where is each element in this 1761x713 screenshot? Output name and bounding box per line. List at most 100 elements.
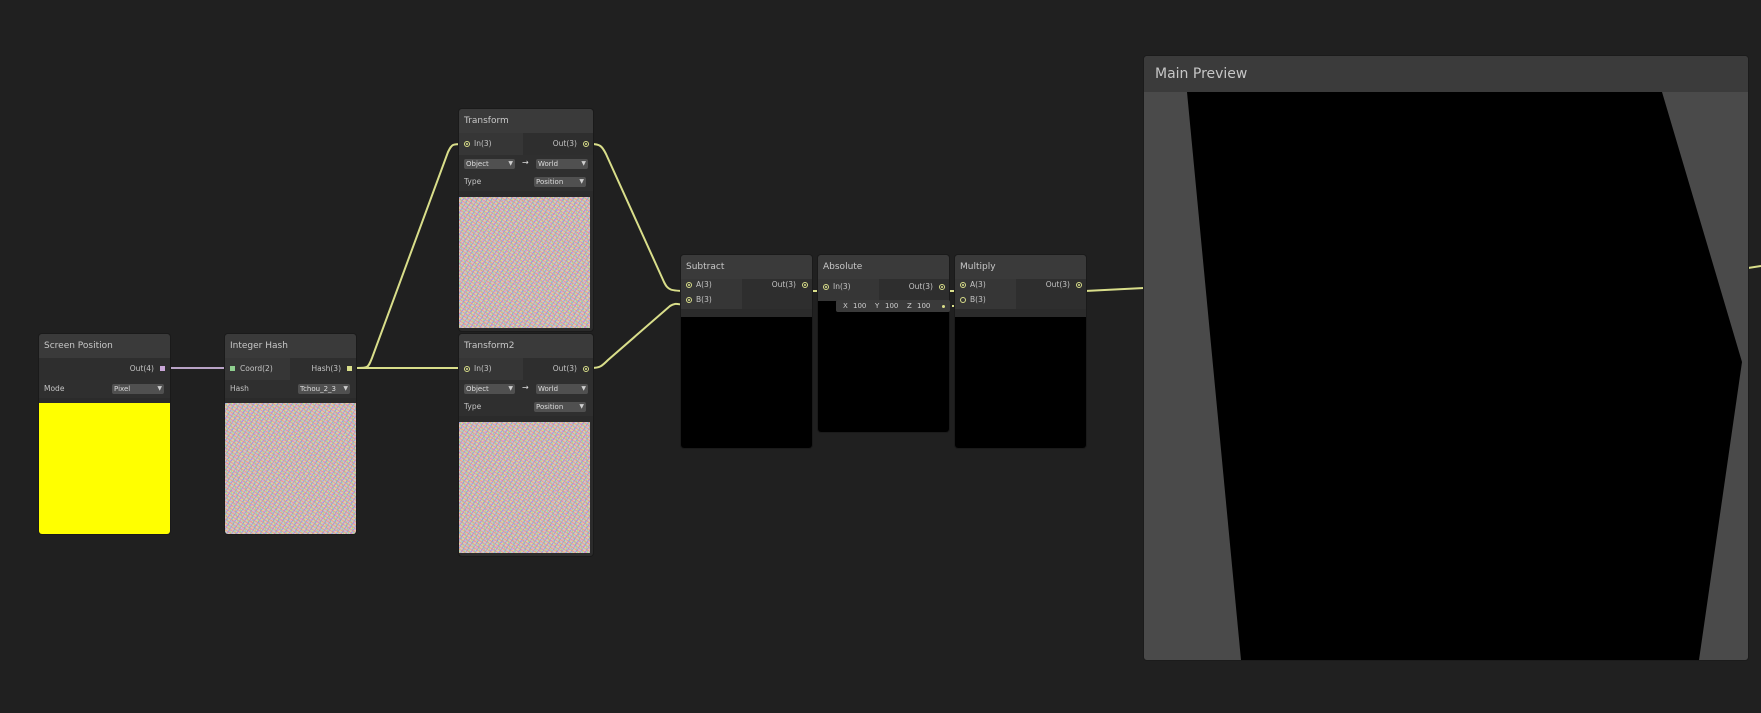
type-value: Position <box>536 178 564 186</box>
input-port-connector[interactable] <box>230 366 235 371</box>
input-port-b-connector[interactable] <box>686 297 692 303</box>
input-port-label: Coord(2) <box>240 364 273 373</box>
output-port-label: Out(4) <box>129 364 154 373</box>
property-row-space: Object ▼ → World ▼ <box>459 380 593 398</box>
input-port-a-connector[interactable] <box>686 282 692 288</box>
property-row-mode: Mode Pixel ▼ <box>39 380 170 398</box>
input-port-b-label: B(3) <box>696 295 712 304</box>
port-row: Coord(2) Hash(3) <box>225 358 356 380</box>
output-port-label: Out(3) <box>552 139 577 148</box>
output-port-connector[interactable] <box>583 366 589 372</box>
transform2-node[interactable]: Transform2 In(3) Out(3) Object ▼ → World… <box>459 334 593 556</box>
wire-offscreen-output <box>1747 265 1761 269</box>
input-port-a-label: A(3) <box>970 280 986 289</box>
main-preview-render[interactable] <box>1144 92 1748 660</box>
to-space-value: World <box>538 385 559 393</box>
multiply-node[interactable]: Multiply A(3) B(3) Out(3) <box>955 255 1086 448</box>
main-preview-window[interactable]: Main Preview <box>1144 56 1748 660</box>
mode-label: Mode <box>44 384 65 393</box>
node-preview <box>225 403 356 534</box>
type-label: Type <box>464 177 482 186</box>
wire-transform2-to-subtract-b[interactable] <box>590 302 689 369</box>
arrow-right-icon: → <box>522 158 529 167</box>
hash-label: Hash <box>230 384 249 393</box>
input-port-b-label: B(3) <box>970 295 986 304</box>
node-title: Subtract <box>681 255 812 279</box>
input-port-b-connector[interactable] <box>960 297 966 303</box>
to-space-dropdown[interactable]: World ▼ <box>536 384 588 394</box>
z-value[interactable]: 100 <box>917 300 930 312</box>
output-port-label: Hash(3) <box>311 364 341 373</box>
input-port-connector[interactable] <box>464 141 470 147</box>
type-dropdown[interactable]: Position ▼ <box>534 402 586 412</box>
wire-multiply-to-output[interactable] <box>1084 287 1145 292</box>
node-preview <box>459 197 590 328</box>
arrow-right-icon: → <box>522 383 529 392</box>
type-value: Position <box>536 403 564 411</box>
port-row: Out(4) <box>39 358 170 380</box>
subtract-node[interactable]: Subtract A(3) B(3) Out(3) <box>681 255 812 448</box>
wire-transform-to-subtract-a[interactable] <box>590 143 689 292</box>
output-port-connector[interactable] <box>802 282 808 288</box>
x-value[interactable]: 100 <box>853 300 866 312</box>
type-dropdown[interactable]: Position ▼ <box>534 177 586 187</box>
chevron-down-icon: ▼ <box>579 403 584 410</box>
x-label: X <box>843 302 848 310</box>
input-port-label: In(3) <box>474 139 492 148</box>
chevron-down-icon: ▼ <box>508 385 513 392</box>
output-port-label: Out(3) <box>1045 280 1070 289</box>
port-row: In(3) Out(3) <box>818 279 949 301</box>
transform-node[interactable]: Transform In(3) Out(3) Object ▼ → World … <box>459 109 593 331</box>
node-title: Multiply <box>955 255 1086 279</box>
y-label: Y <box>875 302 880 310</box>
output-port-label: Out(3) <box>908 282 933 291</box>
chevron-down-icon: ▼ <box>508 160 513 167</box>
input-port-label: In(3) <box>474 364 492 373</box>
output-port-connector[interactable] <box>939 284 945 290</box>
to-space-value: World <box>538 160 559 168</box>
y-value[interactable]: 100 <box>885 300 898 312</box>
input-port-label: In(3) <box>833 282 851 291</box>
screen-position-node[interactable]: Screen Position Out(4) Mode Pixel ▼ <box>39 334 170 534</box>
mode-value: Pixel <box>114 385 131 393</box>
node-preview <box>459 422 590 553</box>
property-row-type: Type Position ▼ <box>459 173 593 191</box>
default-value-connector[interactable] <box>942 305 945 308</box>
mode-dropdown[interactable]: Pixel ▼ <box>112 384 164 394</box>
chevron-down-icon: ▼ <box>343 385 348 392</box>
node-title: Absolute <box>818 255 949 279</box>
node-preview <box>818 301 949 432</box>
input-port-connector[interactable] <box>823 284 829 290</box>
multiply-b-default-vector[interactable]: X 100 Y 100 Z 100 <box>836 300 950 312</box>
to-space-dropdown[interactable]: World ▼ <box>536 159 588 169</box>
input-port-a-label: A(3) <box>696 280 712 289</box>
node-preview <box>681 317 812 448</box>
node-title: Integer Hash <box>225 334 356 358</box>
output-port-connector[interactable] <box>347 366 352 371</box>
hash-dropdown[interactable]: Tchou_2_3 ▼ <box>298 384 350 394</box>
from-space-dropdown[interactable]: Object ▼ <box>464 159 515 169</box>
chevron-down-icon: ▼ <box>581 160 586 167</box>
input-port-a-connector[interactable] <box>960 282 966 288</box>
output-port-connector[interactable] <box>1076 282 1082 288</box>
from-space-value: Object <box>466 385 489 393</box>
main-preview-title: Main Preview <box>1144 56 1748 92</box>
absolute-node[interactable]: Absolute In(3) Out(3) <box>818 255 949 432</box>
port-row: A(3) B(3) Out(3) <box>681 279 812 309</box>
hash-value: Tchou_2_3 <box>300 385 336 393</box>
property-row-type: Type Position ▼ <box>459 398 593 416</box>
input-port-connector[interactable] <box>464 366 470 372</box>
output-port-connector[interactable] <box>583 141 589 147</box>
node-title: Transform <box>459 109 593 133</box>
from-space-dropdown[interactable]: Object ▼ <box>464 384 515 394</box>
wire-hash-to-transform[interactable] <box>356 143 465 369</box>
chevron-down-icon: ▼ <box>579 178 584 185</box>
chevron-down-icon: ▼ <box>157 385 162 392</box>
property-row-space: Object ▼ → World ▼ <box>459 155 593 173</box>
property-row-hash: Hash Tchou_2_3 ▼ <box>225 380 356 398</box>
node-preview <box>39 403 170 534</box>
integer-hash-node[interactable]: Integer Hash Coord(2) Hash(3) Hash Tchou… <box>225 334 356 534</box>
node-title: Transform2 <box>459 334 593 358</box>
port-row: In(3) Out(3) <box>459 133 593 155</box>
output-port-connector[interactable] <box>160 366 165 371</box>
